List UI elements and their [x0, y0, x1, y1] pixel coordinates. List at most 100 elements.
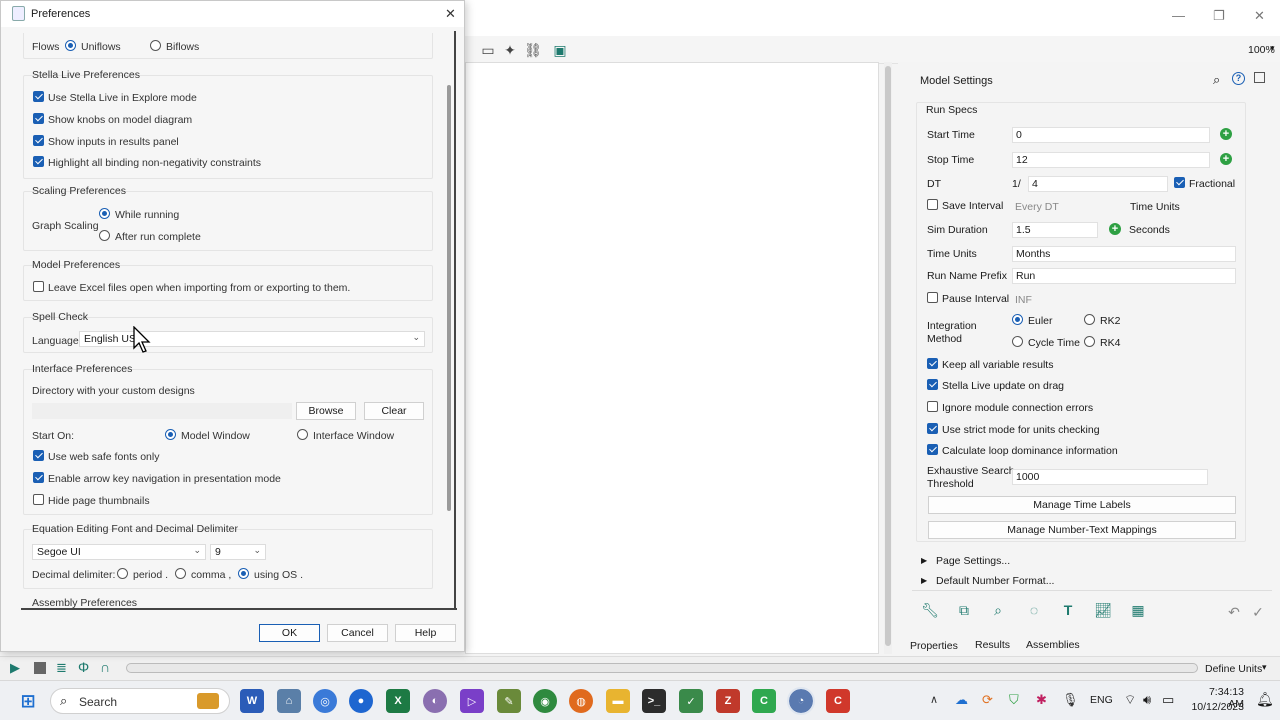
- database-icon[interactable]: ≣: [56, 660, 67, 676]
- add-stop-time-icon[interactable]: +: [1220, 153, 1232, 165]
- rk4-radio[interactable]: [1084, 336, 1095, 347]
- shapes-icon[interactable]: ⧉: [954, 600, 974, 620]
- check-icon[interactable]: ✓: [1248, 602, 1268, 622]
- notepad-icon[interactable]: ✎: [497, 689, 521, 713]
- windows-start-icon[interactable]: ⊞: [16, 689, 40, 713]
- time-units-input[interactable]: Months: [1012, 246, 1236, 262]
- comment-icon[interactable]: ◌: [1024, 600, 1044, 620]
- visual-studio-icon[interactable]: ▷: [460, 689, 484, 713]
- model-window-radio[interactable]: [165, 429, 176, 440]
- leave-excel-checkbox[interactable]: [33, 281, 44, 292]
- biflows-radio[interactable]: [150, 40, 161, 51]
- euler-radio[interactable]: [1012, 314, 1023, 325]
- filezilla-icon[interactable]: Z: [716, 689, 740, 713]
- network-app-icon[interactable]: ⌂: [277, 689, 301, 713]
- cancel-button[interactable]: Cancel: [327, 624, 388, 642]
- dialog-scrollbar-thumb[interactable]: [447, 85, 451, 511]
- exhaustive-search-input[interactable]: 1000: [1012, 469, 1208, 485]
- stella-live-drag-checkbox[interactable]: [927, 379, 938, 390]
- after-run-radio[interactable]: [99, 230, 110, 241]
- dialog-scrollbar-track[interactable]: [454, 31, 456, 609]
- language-dropdown[interactable]: English US ⌄: [79, 331, 425, 347]
- canvas-scrollbar[interactable]: [884, 62, 892, 654]
- tab-results[interactable]: Results: [975, 639, 1010, 651]
- add-start-time-icon[interactable]: +: [1220, 128, 1232, 140]
- start-time-input[interactable]: 0: [1012, 127, 1210, 143]
- volume-icon[interactable]: 🔊︎: [1143, 692, 1151, 708]
- microphone-icon[interactable]: 🎙︎: [1062, 692, 1079, 708]
- ignore-module-checkbox[interactable]: [927, 401, 938, 412]
- help-button[interactable]: Help: [395, 624, 456, 642]
- browser-app-icon[interactable]: ◎: [313, 689, 337, 713]
- keep-all-results-checkbox[interactable]: [927, 358, 938, 369]
- undo-icon[interactable]: ↶: [1224, 602, 1244, 622]
- comma-radio[interactable]: [175, 568, 186, 579]
- clock-date[interactable]: 10/12/2023: [1190, 701, 1244, 713]
- add-sim-duration-icon[interactable]: +: [1109, 223, 1121, 235]
- highlight-binding-checkbox[interactable]: [33, 156, 44, 167]
- page-settings-section[interactable]: Page Settings...: [936, 555, 1010, 567]
- while-running-radio[interactable]: [99, 208, 110, 219]
- tray-chevron-icon[interactable]: ∧: [930, 693, 938, 706]
- show-knobs-checkbox[interactable]: [33, 113, 44, 124]
- close-window-button[interactable]: ✕: [1254, 8, 1265, 24]
- shield-icon[interactable]: ⛉: [1009, 692, 1019, 708]
- phi-icon[interactable]: Φ: [78, 659, 89, 675]
- stop-icon[interactable]: [34, 662, 46, 674]
- presentation-icon[interactable]: ▣: [550, 40, 570, 60]
- firefox-icon[interactable]: ◍: [569, 689, 593, 713]
- browse-button[interactable]: Browse: [296, 402, 356, 420]
- minimize-button[interactable]: —: [1172, 8, 1185, 23]
- graph-tool-icon[interactable]: ▭: [478, 40, 498, 60]
- clear-button[interactable]: Clear: [364, 402, 424, 420]
- chart-icon[interactable]: 📈︎: [1093, 600, 1113, 620]
- link-icon[interactable]: ⛓: [523, 40, 543, 60]
- search-icon[interactable]: ⌕: [1213, 72, 1220, 88]
- rk2-radio[interactable]: [1084, 314, 1095, 325]
- tab-assemblies[interactable]: Assemblies: [1026, 639, 1080, 651]
- expand-arrow-icon[interactable]: ▶: [921, 576, 927, 585]
- maximize-button[interactable]: ❐: [1213, 8, 1225, 24]
- maps-icon[interactable]: ●: [349, 689, 373, 713]
- manage-number-text-button[interactable]: Manage Number-Text Mappings: [928, 521, 1236, 539]
- stella-app-icon[interactable]: ✓: [679, 689, 703, 713]
- use-stella-live-checkbox[interactable]: [33, 91, 44, 102]
- fractional-checkbox[interactable]: [1174, 177, 1185, 188]
- tab-properties[interactable]: Properties: [910, 640, 958, 652]
- manage-time-labels-button[interactable]: Manage Time Labels: [928, 496, 1236, 514]
- battery-icon[interactable]: ▭: [1162, 692, 1174, 708]
- arrow-nav-checkbox[interactable]: [33, 472, 44, 483]
- stella-active-icon[interactable]: ◔: [787, 687, 815, 715]
- paint-icon[interactable]: ◐: [423, 689, 447, 713]
- excel-icon[interactable]: X: [386, 689, 410, 713]
- pause-interval-checkbox[interactable]: [927, 292, 938, 303]
- web-safe-checkbox[interactable]: [33, 450, 44, 461]
- terminal-icon[interactable]: >_: [642, 689, 666, 713]
- save-interval-checkbox[interactable]: [927, 199, 938, 210]
- text-icon[interactable]: T: [1058, 600, 1078, 620]
- period-radio[interactable]: [117, 568, 128, 579]
- onedrive-icon[interactable]: ☁: [955, 692, 968, 708]
- chrome-icon[interactable]: ◉: [533, 689, 557, 713]
- taskbar-search-box[interactable]: ⌕ Search: [50, 688, 230, 714]
- magic-wand-icon[interactable]: ✦: [500, 40, 520, 60]
- notifications-icon[interactable]: 🔔︎: [1256, 691, 1274, 708]
- uniflows-radio[interactable]: [65, 40, 76, 51]
- run-name-prefix-input[interactable]: Run: [1012, 268, 1236, 284]
- zoom-icon[interactable]: ⌕: [988, 600, 1008, 620]
- font-dropdown[interactable]: Segoe UI ⌄: [32, 544, 206, 560]
- define-units-dropdown[interactable]: Define Units: [1205, 663, 1262, 675]
- table-icon[interactable]: ▦: [1128, 600, 1148, 620]
- app-c-icon[interactable]: C: [752, 689, 776, 713]
- wrench-icon[interactable]: 🔧︎: [920, 600, 940, 620]
- app-c-red-icon[interactable]: C: [826, 689, 850, 713]
- strict-units-checkbox[interactable]: [927, 423, 938, 434]
- play-icon[interactable]: ▶: [10, 660, 20, 676]
- ok-button[interactable]: OK: [259, 624, 320, 642]
- using-os-radio[interactable]: [238, 568, 249, 579]
- default-number-format-section[interactable]: Default Number Format...: [936, 575, 1054, 587]
- run-progress-slider[interactable]: [126, 663, 1198, 673]
- chevron-down-icon[interactable]: ▾: [1262, 662, 1267, 673]
- word-icon[interactable]: W: [240, 689, 264, 713]
- language-indicator[interactable]: ENG: [1090, 694, 1113, 706]
